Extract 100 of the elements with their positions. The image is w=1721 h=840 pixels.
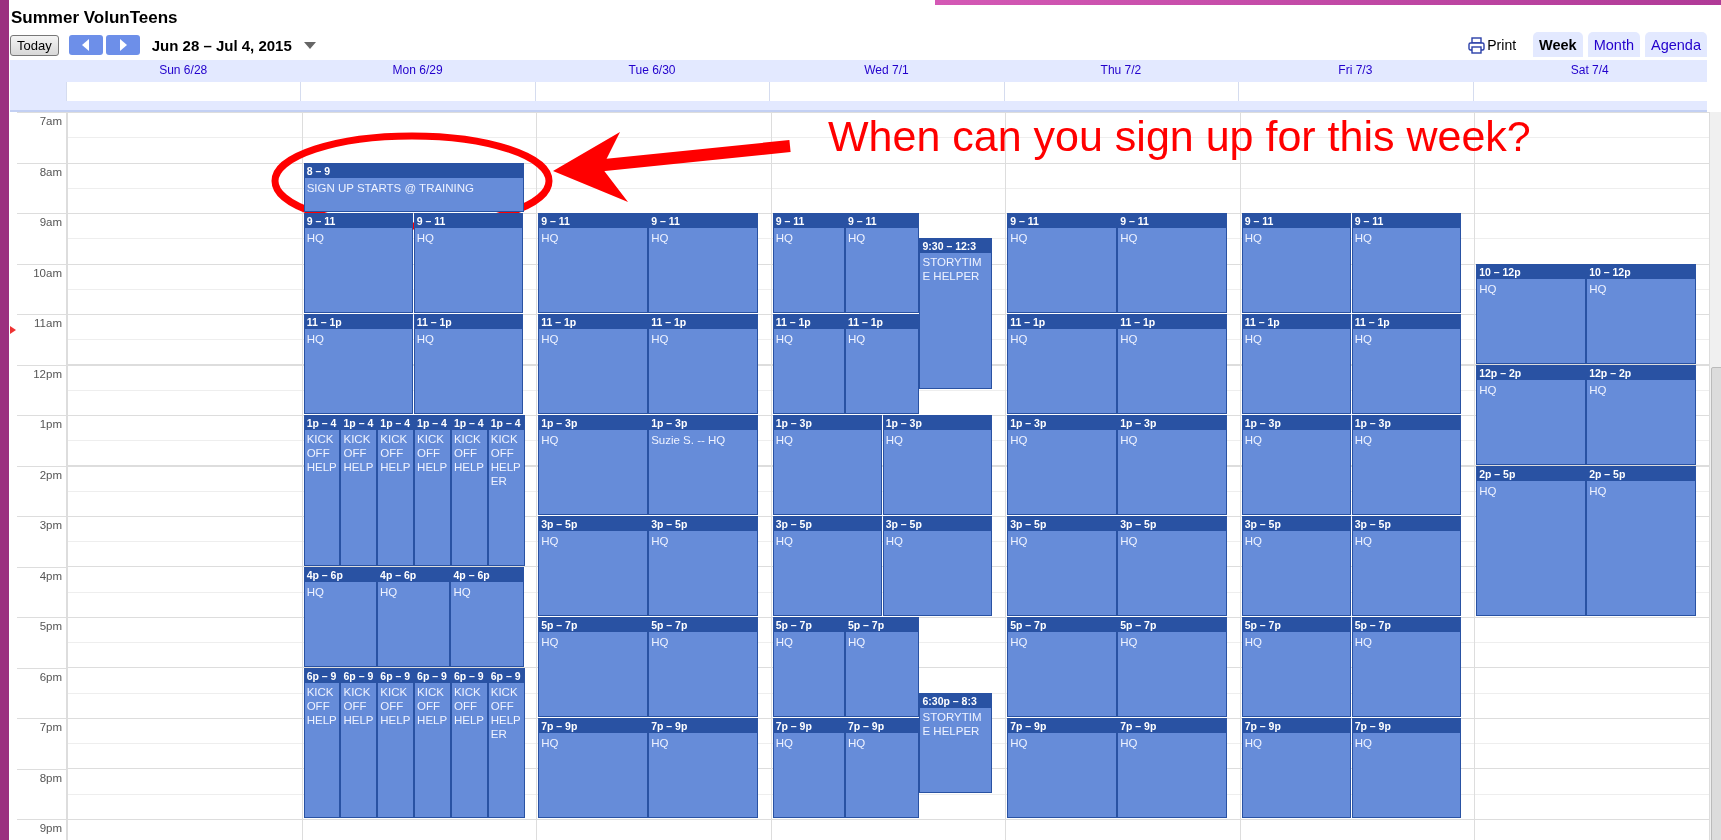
day-heading[interactable]: Sun 6/28 (66, 60, 301, 82)
calendar-event[interactable]: 8 – 9 SIGN UP STARTS @ TRAINING (303, 162, 525, 212)
calendar-event[interactable]: 7p – 9p HQ (1117, 718, 1227, 818)
calendar-event[interactable]: 1p – 3p HQ (882, 415, 993, 515)
calendar-event[interactable]: 11 – 1p HQ (413, 314, 524, 414)
all-day-area[interactable] (769, 82, 1004, 101)
calendar-event[interactable]: 11 – 1p HQ (1351, 314, 1462, 414)
calendar-event[interactable]: 3p – 5p HQ (1241, 516, 1352, 616)
all-day-area[interactable] (1003, 82, 1239, 101)
calendar-event[interactable]: 11 – 1p HQ (772, 314, 845, 414)
calendar-event[interactable]: 7p – 9p HQ (1007, 718, 1117, 818)
calendar-event[interactable]: 1p – 3p HQ (1007, 415, 1117, 515)
today-button[interactable]: Today (10, 34, 59, 56)
calendar-event[interactable]: 1p – 4 KICK OFF HELP (303, 415, 341, 566)
calendar-event[interactable]: 6p – 9 KICK OFF HELP (450, 667, 488, 818)
calendar-event[interactable]: 3p – 5p HQ (1117, 516, 1227, 616)
calendar-event[interactable]: 12p – 2p HQ (1586, 364, 1696, 465)
day-heading[interactable]: Mon 6/29 (300, 60, 535, 82)
all-day-area[interactable] (300, 82, 535, 101)
calendar-event[interactable]: 6p – 9 KICK OFF HELPER (487, 667, 525, 818)
calendar-event[interactable]: 9 – 11 HQ (1117, 213, 1227, 313)
calendar-event[interactable]: 5p – 7p HQ (1241, 617, 1352, 717)
calendar-event[interactable]: 5p – 7p HQ (772, 617, 845, 717)
calendar-event[interactable]: 2p – 5p HQ (1476, 465, 1586, 616)
scrollbar-thumb[interactable] (1710, 367, 1721, 840)
empty-day-column[interactable] (67, 112, 302, 840)
day-heading[interactable]: Tue 6/30 (534, 60, 770, 82)
calendar-event[interactable]: 1p – 3p HQ (772, 415, 883, 515)
calendar-event[interactable]: 9 – 11 HQ (648, 213, 758, 313)
calendar-event[interactable]: 5p – 7p HQ (1351, 617, 1462, 717)
all-day-area[interactable] (66, 82, 301, 101)
calendar-event[interactable]: 1p – 3p HQ (1117, 415, 1227, 515)
calendar-event[interactable]: 11 – 1p HQ (303, 314, 414, 414)
calendar-event[interactable]: 1p – 4 KICK OFF HELP (414, 415, 451, 566)
calendar-event[interactable]: 10 – 12p HQ (1476, 263, 1586, 364)
calendar-event[interactable]: 5p – 7p HQ (1007, 617, 1117, 717)
calendar-event[interactable]: 9 – 11 HQ (413, 213, 524, 313)
calendar-event[interactable]: 5p – 7p HQ (1117, 617, 1227, 717)
calendar-event[interactable]: 7p – 9p HQ (538, 718, 648, 818)
calendar-event[interactable]: 3p – 5p HQ (648, 516, 758, 616)
day-heading[interactable]: Fri 7/3 (1238, 60, 1473, 82)
calendar-event[interactable]: 3p – 5p HQ (772, 516, 883, 616)
calendar-event[interactable]: 9 – 11 HQ (538, 213, 648, 313)
calendar-event[interactable]: 3p – 5p HQ (1007, 516, 1117, 616)
day-heading[interactable]: Sat 7/4 (1472, 60, 1707, 82)
calendar-event[interactable]: 1p – 4 KICK OFF HELPER (487, 415, 525, 566)
calendar-event[interactable]: 2p – 5p HQ (1586, 465, 1696, 616)
all-day-area[interactable] (534, 82, 770, 101)
calendar-event[interactable]: 11 – 1p HQ (1007, 314, 1117, 414)
calendar-event[interactable]: 7p – 9p HQ (844, 718, 919, 818)
next-week-button[interactable] (105, 35, 140, 55)
calendar-event[interactable]: 11 – 1p HQ (844, 314, 919, 414)
day-heading[interactable]: Wed 7/1 (769, 60, 1004, 82)
calendar-event[interactable]: 12p – 2p HQ (1476, 364, 1586, 465)
calendar-event[interactable]: 11 – 1p HQ (1117, 314, 1227, 414)
calendar-event[interactable]: 7p – 9p HQ (1241, 718, 1352, 818)
calendar-event[interactable]: 3p – 5p HQ (538, 516, 648, 616)
view-tab[interactable]: Week (1533, 32, 1583, 57)
dropdown-caret-icon[interactable] (303, 41, 316, 49)
calendar-event[interactable]: 5p – 7p HQ (538, 617, 648, 717)
calendar-event[interactable]: 6p – 9 KICK OFF HELP (303, 667, 341, 818)
calendar-event[interactable]: 1p – 4 KICK OFF HELP (450, 415, 488, 566)
calendar-event[interactable]: 4p – 6p HQ (303, 566, 378, 667)
calendar-event[interactable]: 9:30 – 12:3 STORYTIME HELPER (919, 238, 992, 389)
calendar-event[interactable]: 1p – 3p HQ (1241, 415, 1352, 515)
calendar-event[interactable]: 9 – 11 HQ (1351, 213, 1462, 313)
calendar-event[interactable]: 5p – 7p HQ (648, 617, 758, 717)
view-tab[interactable]: Agenda (1645, 32, 1707, 57)
all-day-area[interactable] (1238, 82, 1473, 101)
calendar-event[interactable]: 9 – 11 HQ (1007, 213, 1117, 313)
print-link[interactable]: Print (1468, 36, 1517, 54)
previous-week-button[interactable] (68, 35, 103, 55)
calendar-event[interactable]: 3p – 5p HQ (1351, 516, 1462, 616)
calendar-event[interactable]: 7p – 9p HQ (772, 718, 845, 818)
calendar-event[interactable]: 6:30p – 8:3 STORYTIME HELPER (919, 692, 992, 793)
calendar-event[interactable]: 9 – 11 HQ (303, 213, 414, 313)
calendar-event[interactable]: 1p – 4 KICK OFF HELP (340, 415, 378, 566)
calendar-event[interactable]: 6p – 9 KICK OFF HELP (340, 667, 378, 818)
view-tab[interactable]: Month (1587, 32, 1640, 57)
calendar-event[interactable]: 9 – 11 HQ (844, 213, 919, 313)
calendar-event[interactable]: 9 – 11 HQ (772, 213, 845, 313)
calendar-event[interactable]: 3p – 5p HQ (882, 516, 993, 616)
calendar-event[interactable]: 10 – 12p HQ (1586, 263, 1696, 364)
calendar-event[interactable]: 5p – 7p HQ (844, 617, 919, 717)
day-heading[interactable]: Thu 7/2 (1003, 60, 1239, 82)
calendar-event[interactable]: 7p – 9p HQ (1351, 718, 1462, 818)
calendar-event[interactable]: 1p – 4 KICK OFF HELP (377, 415, 415, 566)
calendar-event[interactable]: 6p – 9 KICK OFF HELP (414, 667, 451, 818)
calendar-event[interactable]: 4p – 6p HQ (450, 566, 524, 667)
calendar-event[interactable]: 1p – 3p HQ (538, 415, 648, 515)
calendar-event[interactable]: 7p – 9p HQ (648, 718, 758, 818)
calendar-event[interactable]: 11 – 1p HQ (538, 314, 648, 414)
calendar-event[interactable]: 1p – 3p HQ (1351, 415, 1462, 515)
calendar-event[interactable]: 6p – 9 KICK OFF HELP (377, 667, 415, 818)
calendar-event[interactable]: 1p – 3p Suzie S. -- HQ (648, 415, 758, 515)
calendar-event[interactable]: 11 – 1p HQ (1241, 314, 1352, 414)
calendar-event[interactable]: 4p – 6p HQ (377, 566, 451, 667)
calendar-event[interactable]: 11 – 1p HQ (648, 314, 758, 414)
all-day-area[interactable] (1472, 82, 1707, 101)
calendar-event[interactable]: 9 – 11 HQ (1241, 213, 1352, 313)
